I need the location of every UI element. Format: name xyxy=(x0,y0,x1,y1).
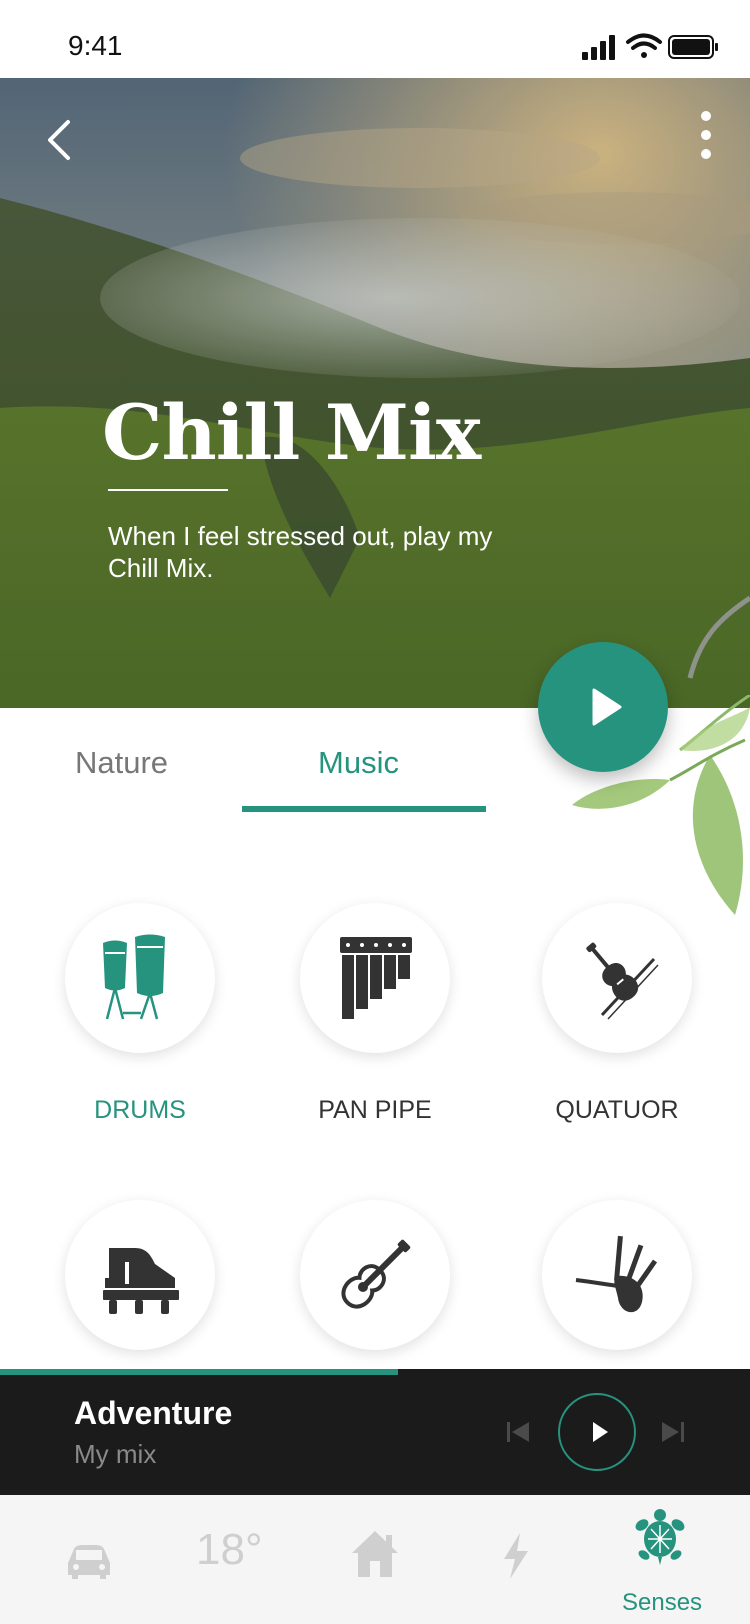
tab-nature[interactable]: Nature xyxy=(75,745,168,781)
title-divider xyxy=(108,489,228,491)
wifi-icon xyxy=(626,33,662,58)
bagpipe-icon xyxy=(575,1235,658,1313)
senses-tab-label[interactable]: Senses xyxy=(622,1589,702,1617)
lightning-icon[interactable] xyxy=(498,1531,534,1581)
car-icon[interactable] xyxy=(62,1535,114,1585)
track-title: Adventure xyxy=(74,1395,233,1431)
violin-icon xyxy=(586,942,659,1020)
instrument-label-pan-pipe: PAN PIPE xyxy=(318,1096,432,1124)
play-icon xyxy=(593,1422,608,1442)
bottom-tab-bar: 18° Senses xyxy=(0,1495,750,1624)
instrument-quatuor[interactable] xyxy=(542,903,692,1053)
pan-pipe-icon xyxy=(340,937,412,1019)
instrument-label-quatuor: QUATUOR xyxy=(555,1096,679,1124)
home-icon[interactable] xyxy=(348,1527,402,1583)
instrument-drums[interactable] xyxy=(65,903,215,1053)
temperature-tab[interactable]: 18° xyxy=(196,1525,263,1575)
track-subtitle: My mix xyxy=(74,1439,157,1469)
status-icons xyxy=(582,33,718,60)
play-mix-button[interactable] xyxy=(538,642,668,772)
guitar-icon xyxy=(341,1239,411,1309)
back-button[interactable] xyxy=(36,108,86,168)
drums-icon xyxy=(103,934,165,1020)
turtle-senses-icon[interactable] xyxy=(632,1503,688,1575)
hero-subtitle: When I feel stressed out, play my Chill … xyxy=(108,521,493,583)
instrument-guitar[interactable] xyxy=(300,1200,450,1350)
next-track-icon[interactable] xyxy=(660,1419,686,1445)
tab-music[interactable]: Music xyxy=(318,745,399,781)
active-tab-indicator xyxy=(242,806,486,812)
battery-icon xyxy=(668,35,718,59)
status-time: 9:41 xyxy=(68,30,123,61)
hero-banner: Chill Mix When I feel stressed out, play… xyxy=(0,78,750,708)
play-icon xyxy=(592,688,622,726)
more-options-icon[interactable] xyxy=(686,102,726,172)
instrument-piano[interactable] xyxy=(65,1200,215,1350)
previous-track-icon[interactable] xyxy=(505,1419,531,1445)
instrument-bagpipe[interactable] xyxy=(542,1200,692,1350)
piano-icon xyxy=(103,1248,179,1314)
mini-player-play-button[interactable] xyxy=(558,1393,636,1471)
status-bar: 9:41 xyxy=(0,0,750,78)
signal-icon xyxy=(582,35,615,60)
instrument-label-drums: DRUMS xyxy=(94,1096,186,1124)
instrument-pan-pipe[interactable] xyxy=(300,903,450,1053)
page-title: Chill Mix xyxy=(102,388,481,477)
mini-player: Adventure My mix xyxy=(0,1375,750,1495)
